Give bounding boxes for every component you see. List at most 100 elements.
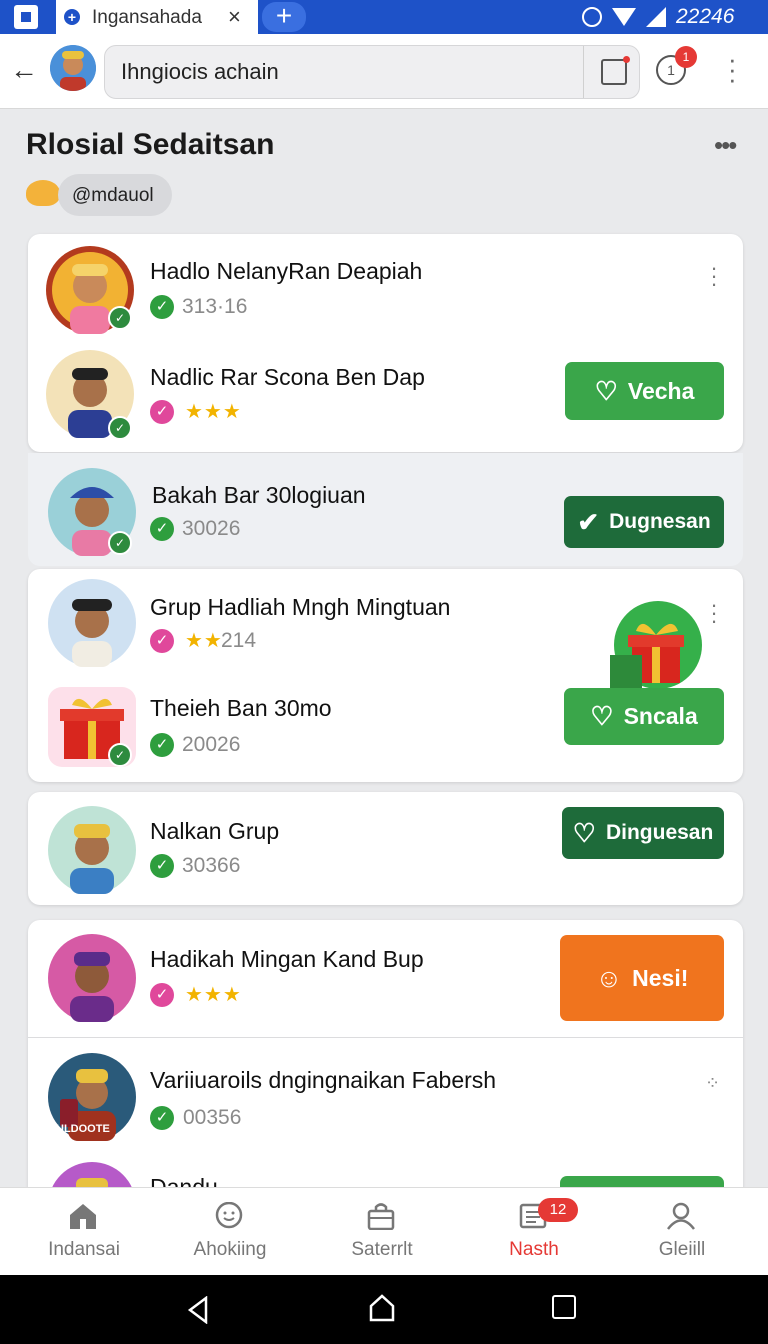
signal-icon	[646, 7, 666, 27]
group-card: Hadikah Mingan Kand Bup ✓ ★★★ ☺ Nesi! ULD…	[28, 920, 743, 1250]
group-card: Grup Hadliah Mngh Mingtuan ✓ ★★ 214 · · · …	[28, 569, 743, 782]
group-name[interactable]: Variiuaroils dngingnaikan Fabersh	[150, 1067, 496, 1094]
pink-check-icon: ✓	[150, 400, 174, 424]
nav-item-profile[interactable]: Gleiill	[612, 1188, 752, 1276]
url-field[interactable]: Ihngiocis achain	[104, 45, 640, 99]
heart-icon: ♡	[594, 375, 618, 406]
tab-title: Ingansahada	[92, 7, 202, 28]
url-text[interactable]: Ihngiocis achain	[121, 59, 279, 85]
vecha-button[interactable]: ♡ Vecha	[565, 362, 724, 420]
handle-chip[interactable]: @mdauol	[58, 174, 172, 216]
system-navigation	[0, 1275, 768, 1344]
group-name[interactable]: Dandu	[150, 1174, 218, 1187]
person-icon	[667, 1202, 695, 1230]
rating-stars: ★★★	[185, 401, 242, 423]
rating-stars: ★★★	[185, 984, 242, 1006]
verified-badge-icon: ✓	[108, 416, 132, 440]
status-time: 22246	[676, 5, 735, 28]
verified-badge-icon: ✓	[108, 306, 132, 330]
share-icon[interactable]	[601, 56, 630, 85]
profile-avatar[interactable]	[50, 45, 96, 91]
group-row: ✓ Bakah Bar 30logiuan ✓ 30026 ✔ Dugnesan	[28, 453, 743, 566]
group-name[interactable]: Theieh Ban 30mo	[150, 695, 332, 722]
system-back-icon[interactable]	[186, 1296, 210, 1324]
pink-check-icon: ✓	[150, 983, 174, 1007]
home-icon	[70, 1204, 96, 1229]
avatar-caption: ULDOOTE	[56, 1123, 110, 1135]
notification-badge: 1	[675, 46, 697, 68]
tab-switcher-icon[interactable]	[14, 5, 38, 29]
group-avatar[interactable]	[48, 934, 136, 1027]
nav-label: Gleiill	[658, 1239, 706, 1260]
handle-text: @mdauol	[72, 185, 154, 206]
new-tab-button[interactable]: +	[262, 2, 306, 32]
rating-stars: ★★	[185, 630, 223, 652]
dugnesan-button[interactable]: ✔ Dugnesan	[564, 496, 724, 548]
verified-check-icon: ✓	[150, 295, 174, 319]
system-home-icon[interactable]	[368, 1293, 396, 1323]
sncala-button[interactable]: ♡ Sncala	[564, 688, 724, 745]
group-card: ✓ Hadlo NelanyRan Deapiah ✓ 313·16 · · · ✓…	[28, 234, 743, 452]
address-bar: ← Ihngiocis achain 1 1 · · ·	[0, 34, 768, 109]
cloud-icon	[26, 180, 60, 206]
group-name[interactable]: Grup Hadliah Mngh Mingtuan	[150, 594, 450, 621]
chat-icon	[215, 1202, 243, 1229]
gift-icon	[606, 601, 702, 702]
alarm-icon	[582, 7, 602, 27]
member-count: 20026	[182, 733, 241, 756]
group-avatar[interactable]	[48, 806, 136, 899]
group-name[interactable]: Bakah Bar 30logiuan	[152, 482, 366, 509]
page-title: Rlosial Sedaitsan	[26, 128, 275, 161]
site-favicon-icon: +	[64, 9, 80, 25]
browser-tab-bar: + Ingansahada × + 22246	[0, 0, 768, 34]
check-icon: ✔	[577, 506, 600, 537]
heart-icon: ♡	[590, 701, 614, 731]
nav-item-home[interactable]: Indansai	[14, 1188, 154, 1276]
drag-handle-icon[interactable]: ⁘	[705, 1073, 720, 1094]
nesi-button[interactable]: ☺ Nesi!	[560, 935, 724, 1021]
group-avatar[interactable]	[48, 579, 136, 672]
row-divider	[28, 1037, 743, 1038]
more-options-icon[interactable]: •••	[714, 130, 737, 161]
group-name[interactable]: Nadlic Rar Scona Ben Dap	[150, 364, 425, 391]
verified-badge-icon: ✓	[108, 531, 132, 555]
member-count: 214	[221, 629, 257, 652]
url-divider	[583, 46, 584, 98]
heart-icon: ♡	[572, 817, 596, 848]
overflow-menu-icon[interactable]: · · ·	[728, 46, 737, 92]
nav-label: Saterrlt	[351, 1239, 413, 1260]
row-menu-icon[interactable]: · · ·	[709, 257, 719, 295]
verified-check-icon: ✓	[150, 854, 174, 878]
nav-item-list[interactable]: Nasth	[464, 1188, 604, 1276]
nav-item-bag[interactable]: Saterrlt	[312, 1188, 452, 1276]
close-tab-icon[interactable]: ×	[228, 4, 241, 30]
nav-label: Nasth	[509, 1239, 559, 1260]
pink-check-icon: ✓	[150, 629, 174, 653]
back-arrow-icon[interactable]: ←	[10, 54, 38, 86]
bag-icon	[367, 1203, 395, 1230]
group-name[interactable]: Hadlo NelanyRan Deapiah	[150, 258, 422, 285]
group-card: Nalkan Grup ✓ 30366 ♡ Dinguesan	[28, 792, 743, 905]
dinguesan-button[interactable]: ♡ Dinguesan	[562, 807, 724, 859]
nav-badge: 12	[538, 1198, 578, 1222]
bottom-navigation: Indansai Ahokiing Saterrlt Nasth Gleiill	[0, 1187, 768, 1276]
verified-check-icon: ✓	[150, 733, 174, 757]
group-name[interactable]: Nalkan Grup	[150, 818, 279, 845]
member-count: 30026	[182, 517, 241, 540]
verified-check-icon: ✓	[150, 1106, 174, 1130]
emoji-icon: ☺	[595, 962, 623, 993]
active-tab[interactable]: + Ingansahada ×	[56, 0, 258, 34]
row-menu-icon[interactable]: · · ·	[709, 594, 719, 632]
group-name[interactable]: Hadikah Mingan Kand Bup	[150, 946, 424, 973]
member-count: 313·16	[182, 295, 248, 318]
nav-item-chat[interactable]: Ahokiing	[160, 1188, 300, 1276]
nav-label: Indansai	[48, 1239, 120, 1260]
member-count: 30366	[182, 854, 241, 877]
system-recents-icon[interactable]	[552, 1295, 576, 1319]
verified-check-icon: ✓	[150, 517, 174, 541]
wifi-icon	[612, 8, 636, 26]
nav-label: Ahokiing	[193, 1239, 267, 1260]
member-count: 00356	[183, 1106, 242, 1129]
verified-badge-icon: ✓	[108, 743, 132, 767]
status-indicators: 22246	[582, 3, 734, 31]
